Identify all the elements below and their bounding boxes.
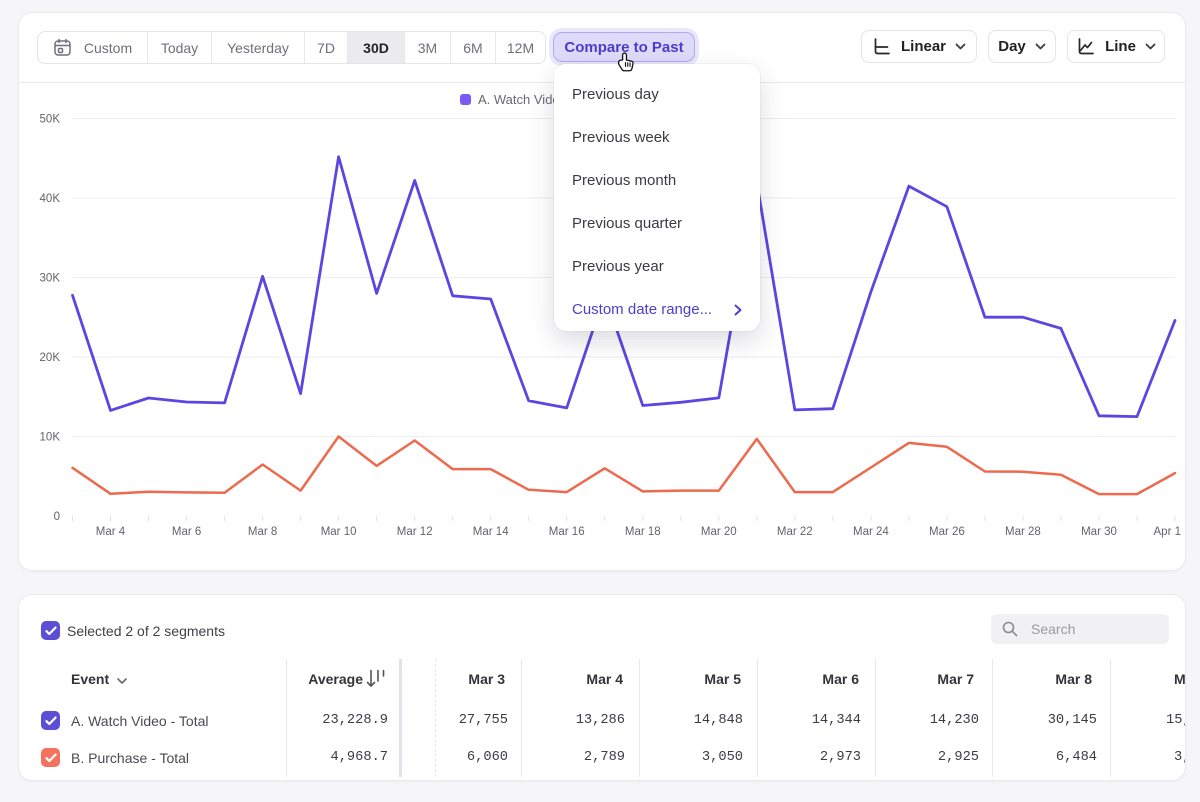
svg-text:Mar 24: Mar 24: [853, 526, 889, 538]
svg-text:Mar 28: Mar 28: [1005, 526, 1041, 538]
svg-text:Mar 6: Mar 6: [172, 526, 201, 538]
svg-text:10K: 10K: [40, 432, 61, 444]
svg-text:Mar 12: Mar 12: [397, 526, 433, 538]
svg-text:Mar 18: Mar 18: [625, 526, 661, 538]
svg-text:50K: 50K: [40, 114, 61, 126]
svg-text:0: 0: [54, 511, 60, 523]
svg-text:Mar 16: Mar 16: [549, 526, 585, 538]
svg-text:Mar 26: Mar 26: [929, 526, 965, 538]
svg-text:Mar 8: Mar 8: [248, 526, 277, 538]
svg-text:Mar 30: Mar 30: [1081, 526, 1117, 538]
svg-text:Apr 1: Apr 1: [1154, 526, 1182, 538]
svg-text:40K: 40K: [40, 193, 61, 205]
svg-text:Mar 10: Mar 10: [321, 526, 357, 538]
svg-text:Mar 14: Mar 14: [473, 526, 509, 538]
svg-text:Mar 22: Mar 22: [777, 526, 813, 538]
svg-text:20K: 20K: [40, 352, 61, 364]
svg-text:30K: 30K: [40, 273, 61, 285]
svg-text:Mar 20: Mar 20: [701, 526, 737, 538]
svg-text:Mar 4: Mar 4: [96, 526, 126, 538]
